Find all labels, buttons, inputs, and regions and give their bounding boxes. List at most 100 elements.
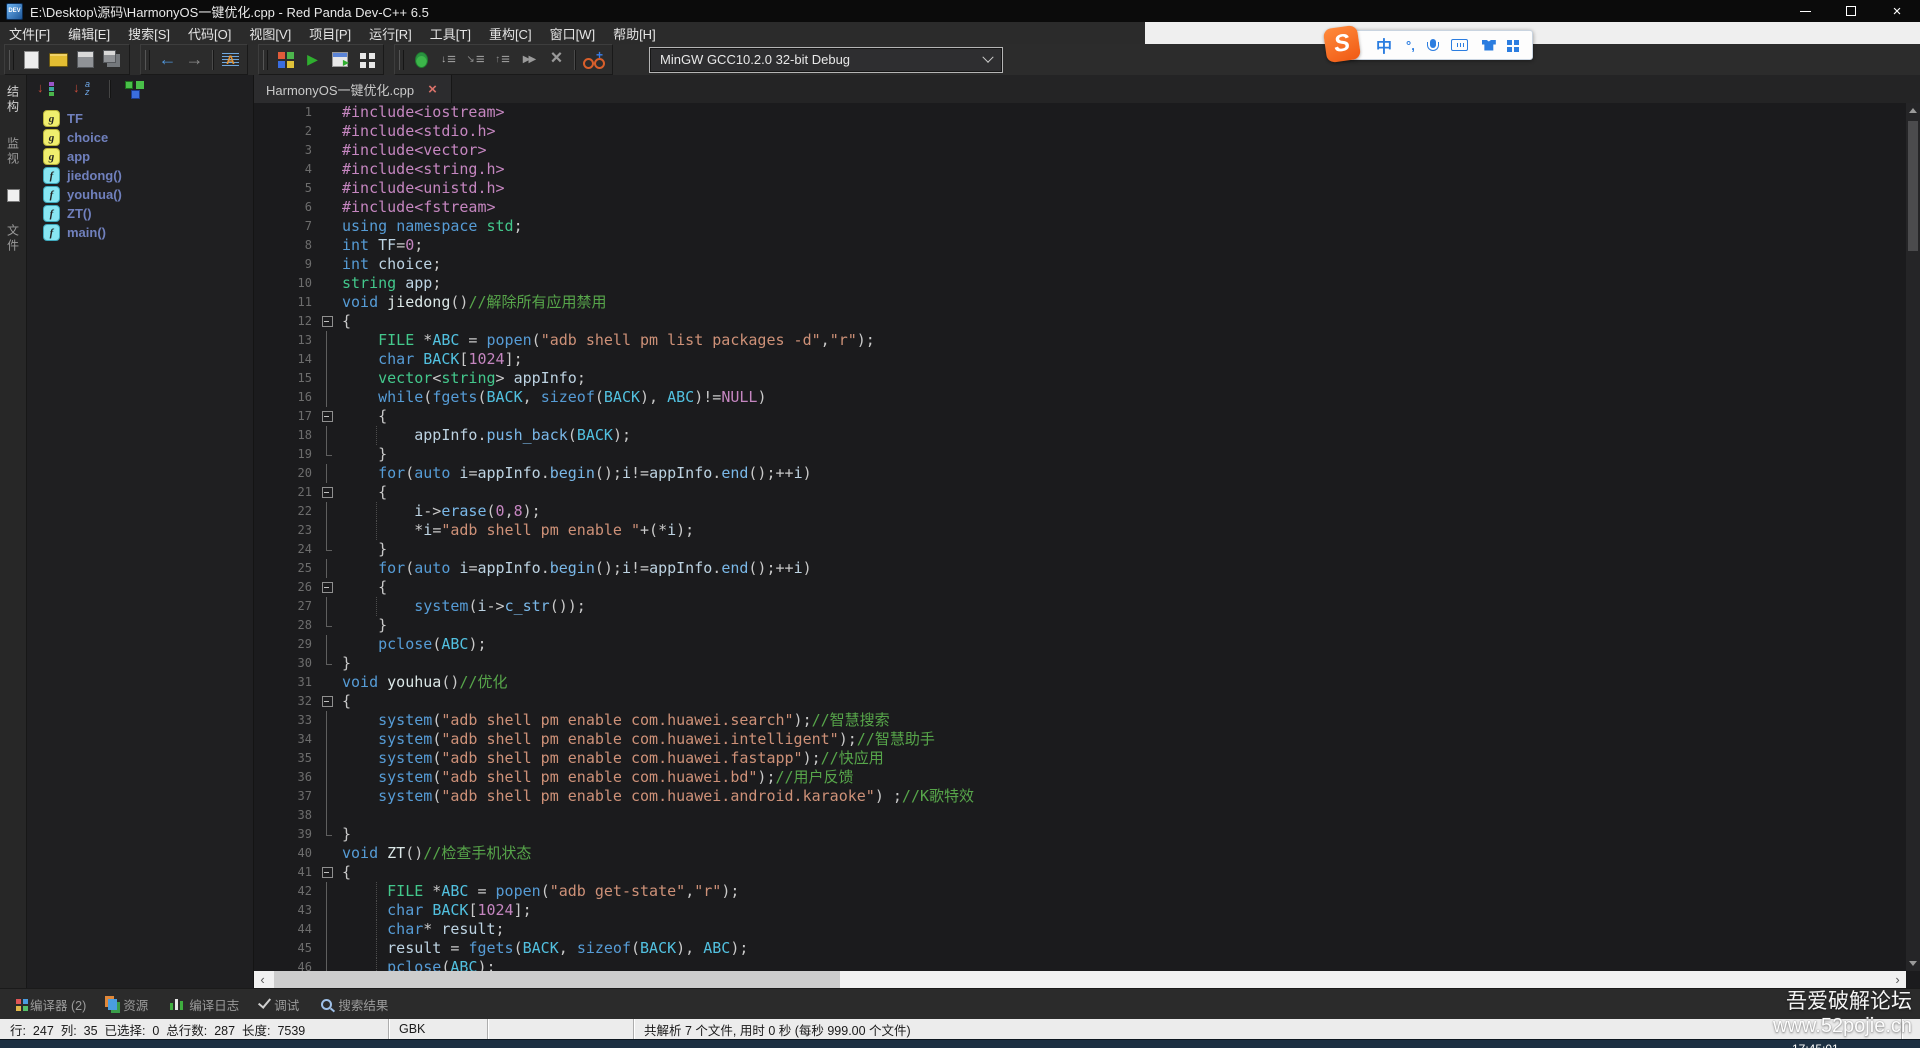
menu-item-1[interactable]: 编辑[E] (59, 22, 119, 44)
continue-button[interactable] (516, 47, 543, 73)
symbol-item[interactable]: fZT() (43, 204, 253, 223)
microphone-icon[interactable] (1429, 39, 1437, 51)
code-line: 38 (254, 806, 1906, 825)
token: system (414, 597, 468, 615)
minimize-button[interactable] (1782, 0, 1828, 22)
scroll-right-icon[interactable]: › (1889, 971, 1906, 988)
forward-button[interactable] (181, 47, 208, 73)
token: () (405, 844, 423, 862)
sogou-logo-icon[interactable]: S (1323, 25, 1361, 63)
toolbar-group-1 (140, 44, 248, 75)
punctuation-icon[interactable]: °, (1406, 38, 1415, 53)
horizontal-scrollbar-thumb[interactable] (274, 971, 840, 988)
sidebar-tab-2[interactable]: 文件 (5, 224, 22, 254)
line-number: 27 (254, 597, 318, 616)
editor-tab[interactable]: HarmonyOS一键优化.cpp × (254, 75, 452, 103)
vertical-scrollbar[interactable] (1906, 103, 1920, 971)
sidebar-tab-1[interactable]: 监视 (5, 137, 22, 167)
skin-icon[interactable] (1482, 40, 1496, 51)
symbol-item[interactable]: gTF (43, 109, 253, 128)
horizontal-scrollbar[interactable]: ‹ › (254, 971, 1906, 988)
bottom-tab-compiler[interactable]: 编译器 (2) (8, 989, 97, 1019)
symbol-item[interactable]: gapp (43, 147, 253, 166)
menu-item-2[interactable]: 搜索[S] (119, 22, 179, 44)
rebuild-button[interactable] (353, 47, 380, 73)
scroll-left-icon[interactable]: ‹ (254, 971, 271, 988)
fold-marker[interactable] (318, 483, 338, 502)
token: i (423, 521, 432, 539)
window-title: E:\Desktop\源码\HarmonyOS一键优化.cpp - Red Pa… (30, 2, 429, 21)
line-number: 45 (254, 939, 318, 958)
save-all-button[interactable] (99, 47, 126, 73)
step-out-button[interactable] (489, 47, 516, 73)
bottom-tab-search-results[interactable]: 搜索结果 (310, 989, 399, 1019)
step-into-button[interactable] (462, 47, 489, 73)
compile-button[interactable] (272, 47, 299, 73)
compile-run-button[interactable] (326, 47, 353, 73)
run-button[interactable] (299, 47, 326, 73)
format-button[interactable] (217, 47, 244, 73)
sidebar-tab-0[interactable]: 结构 (5, 85, 22, 115)
sort-by-type-icon[interactable] (37, 79, 59, 99)
code-line: 32{ (254, 692, 1906, 711)
code-area[interactable]: 1#include<iostream>2#include<stdio.h>3#i… (254, 103, 1906, 971)
tab-close-icon[interactable]: × (428, 81, 437, 98)
token: (); (595, 559, 622, 577)
symbol-item[interactable]: fmain() (43, 223, 253, 242)
global-variable-icon: g (43, 110, 60, 127)
bottom-tab-resources[interactable]: 资源 (97, 989, 159, 1019)
menu-item-9[interactable]: 窗口[W] (541, 22, 605, 44)
chinese-mode-icon[interactable]: 中 (1376, 33, 1392, 57)
minimize-icon (1800, 11, 1811, 12)
menu-item-3[interactable]: 代码[O] (179, 22, 240, 44)
symbol-label: ZT() (67, 206, 92, 221)
close-button[interactable]: × (1874, 0, 1920, 22)
symbol-item[interactable]: gchoice (43, 128, 253, 147)
fold-marker[interactable] (318, 578, 338, 597)
scroll-up-icon[interactable] (1909, 108, 1917, 113)
symbol-item[interactable]: fyouhua() (43, 185, 253, 204)
compiler-select[interactable]: MinGW GCC10.2.0 32-bit Debug (649, 47, 1003, 73)
new-file-button[interactable] (18, 47, 45, 73)
add-watch-button[interactable] (579, 47, 609, 73)
toolbox-icon[interactable] (1510, 43, 1515, 48)
fold-marker[interactable] (318, 407, 338, 426)
fold-marker[interactable] (318, 692, 338, 711)
keyboard-icon[interactable] (1451, 39, 1468, 51)
token: string (342, 274, 396, 292)
scroll-down-icon[interactable] (1909, 961, 1917, 966)
restore-button[interactable] (1828, 0, 1874, 22)
token: , (821, 331, 830, 349)
token: } (342, 654, 351, 672)
code-line: 44 char* result; (254, 920, 1906, 939)
menu-item-5[interactable]: 项目[P] (300, 22, 360, 44)
debug-button[interactable] (408, 47, 435, 73)
save-button[interactable] (72, 47, 99, 73)
fold-marker[interactable] (318, 863, 338, 882)
menu-item-4[interactable]: 视图[V] (240, 22, 300, 44)
sort-alphabetically-icon[interactable] (73, 79, 95, 99)
token: ); (757, 768, 775, 786)
fold-marker (318, 882, 338, 901)
bottom-tab-debug[interactable]: 调试 (250, 989, 310, 1019)
back-button[interactable] (154, 47, 181, 73)
symbol-item[interactable]: fjiedong() (43, 166, 253, 185)
token: "adb get-state" (550, 882, 685, 900)
token: ); (721, 882, 739, 900)
step-over-button[interactable] (435, 47, 462, 73)
bottom-tab-compile-log[interactable]: 编译日志 (159, 989, 250, 1019)
restore-icon (1846, 6, 1856, 16)
search-results-icon (321, 999, 332, 1010)
line-number: 19 (254, 445, 318, 464)
menu-item-6[interactable]: 运行[R] (360, 22, 421, 44)
stop-button[interactable] (543, 47, 570, 73)
menu-item-7[interactable]: 工具[T] (421, 22, 480, 44)
vertical-scrollbar-thumb[interactable] (1908, 121, 1918, 251)
menu-item-8[interactable]: 重构[C] (480, 22, 541, 44)
token: ( (631, 939, 640, 957)
fold-marker[interactable] (318, 312, 338, 331)
menu-item-10[interactable]: 帮助[H] (604, 22, 665, 44)
menu-item-0[interactable]: 文件[F] (0, 22, 59, 44)
show-inherited-icon[interactable] (124, 79, 148, 99)
open-button[interactable] (45, 47, 72, 73)
